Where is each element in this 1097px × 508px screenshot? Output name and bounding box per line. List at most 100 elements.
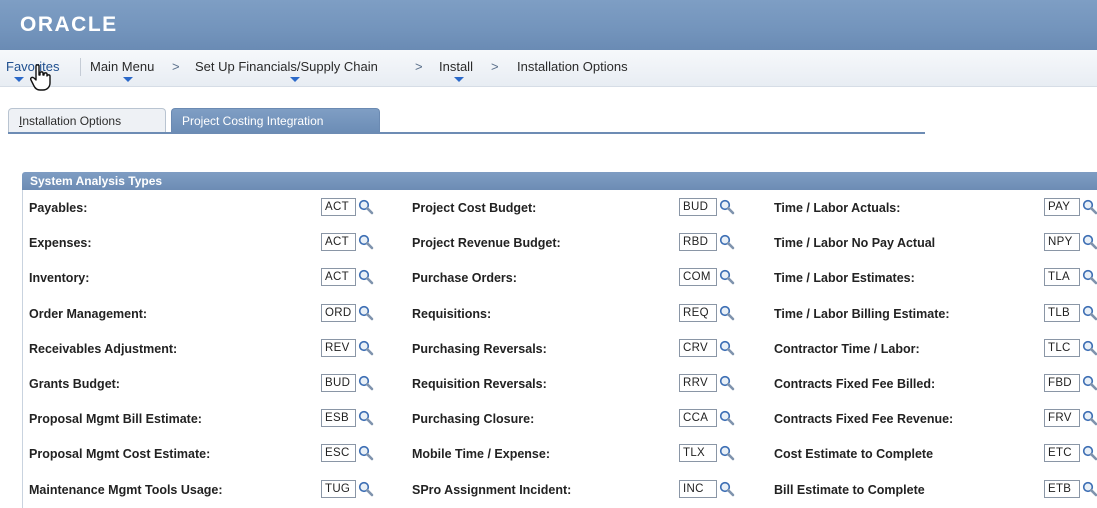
- analysis-type-input[interactable]: ACT: [321, 198, 356, 216]
- analysis-type-input[interactable]: INC: [679, 479, 717, 498]
- analysis-type-input[interactable]: ORD: [321, 303, 356, 322]
- lookup-icon[interactable]: [1082, 410, 1097, 426]
- analysis-type-input[interactable]: PAY: [1044, 198, 1080, 216]
- lookup-icon[interactable]: [358, 305, 374, 321]
- field-label: Project Revenue Budget:: [412, 236, 561, 251]
- analysis-type-input[interactable]: CCA: [679, 409, 717, 428]
- analysis-type-input[interactable]: FRV: [1044, 409, 1080, 428]
- breadcrumb-separator: >: [172, 59, 180, 74]
- tab-installation-options-label: nstallation Options: [22, 114, 122, 128]
- lookup-icon[interactable]: [1082, 445, 1097, 461]
- oracle-banner: ORACLE: [0, 0, 1097, 50]
- field-label: Grants Budget:: [29, 377, 120, 391]
- field-label: Time / Labor Billing Estimate:: [774, 306, 950, 321]
- lookup-icon[interactable]: [1082, 375, 1097, 391]
- setup-caret-icon[interactable]: [290, 77, 300, 82]
- favorites-caret-icon[interactable]: [14, 77, 24, 82]
- nav-divider: [80, 58, 81, 76]
- field-label: Contractor Time / Labor:: [774, 341, 920, 356]
- oracle-logo: ORACLE: [20, 13, 118, 36]
- analysis-type-input[interactable]: TLB: [1044, 303, 1080, 322]
- field-label: Contracts Fixed Fee Revenue:: [774, 412, 954, 427]
- lookup-icon[interactable]: [719, 410, 735, 426]
- field-label: Receivables Adjustment:: [29, 341, 178, 356]
- analysis-type-input[interactable]: RRV: [679, 374, 717, 392]
- lookup-icon[interactable]: [358, 375, 374, 391]
- breadcrumb: Favorites Main Menu > Set Up Financials/…: [0, 50, 1097, 87]
- system-analysis-grid: Payables: ACT Expenses: ACT Inventory: ACT Ord…: [22, 190, 1097, 508]
- lookup-icon[interactable]: [358, 234, 374, 250]
- install-caret-icon[interactable]: [454, 77, 464, 82]
- lookup-icon[interactable]: [1082, 481, 1097, 497]
- hand-pointer-icon: [30, 64, 51, 91]
- field-label: Order Management:: [29, 306, 148, 321]
- analysis-type-input[interactable]: RBD: [679, 233, 717, 252]
- lookup-icon[interactable]: [358, 481, 374, 497]
- analysis-type-input[interactable]: TLC: [1044, 338, 1080, 357]
- analysis-type-input[interactable]: FBD: [1044, 374, 1080, 392]
- lookup-icon[interactable]: [719, 340, 735, 356]
- setup-financials-menu[interactable]: Set Up Financials/Supply Chain: [195, 59, 378, 74]
- field-label: Requisition Reversals:: [412, 377, 547, 391]
- analysis-type-input[interactable]: ETC: [1044, 444, 1080, 463]
- field-label: Expenses:: [29, 236, 92, 251]
- analysis-type-input[interactable]: BUD: [679, 198, 717, 216]
- analysis-type-input[interactable]: NPY: [1044, 233, 1080, 252]
- analysis-type-input[interactable]: ACT: [321, 233, 356, 252]
- breadcrumb-current: Installation Options: [517, 59, 628, 74]
- analysis-type-input[interactable]: TLA: [1044, 268, 1080, 287]
- field-label: Proposal Mgmt Bill Estimate:: [29, 412, 202, 427]
- main-menu[interactable]: Main Menu: [90, 59, 154, 74]
- field-label: Project Cost Budget:: [412, 201, 537, 215]
- lookup-icon[interactable]: [1082, 340, 1097, 356]
- lookup-icon[interactable]: [719, 481, 735, 497]
- lookup-icon[interactable]: [719, 234, 735, 250]
- field-label: Proposal Mgmt Cost Estimate:: [29, 447, 211, 462]
- field-label: Purchase Orders:: [412, 271, 517, 286]
- lookup-icon[interactable]: [719, 269, 735, 285]
- field-label: Time / Labor Estimates:: [774, 271, 915, 286]
- field-label: Contracts Fixed Fee Billed:: [774, 377, 936, 391]
- field-label: Bill Estimate to Complete: [774, 482, 925, 497]
- field-label: Purchasing Reversals:: [412, 341, 547, 356]
- lookup-icon[interactable]: [358, 199, 374, 215]
- field-label: Mobile Time / Expense:: [412, 447, 551, 462]
- analysis-type-input[interactable]: REQ: [679, 303, 717, 322]
- lookup-icon[interactable]: [719, 375, 735, 391]
- field-label: Purchasing Closure:: [412, 412, 535, 427]
- section-header-system-analysis-types: System Analysis Types: [22, 172, 1097, 190]
- field-label: Time / Labor No Pay Actual: [774, 236, 936, 251]
- tab-project-costing-integration[interactable]: Project Costing Integration: [171, 108, 380, 132]
- analysis-type-input[interactable]: COM: [679, 268, 717, 287]
- analysis-type-input[interactable]: ACT: [321, 268, 356, 287]
- lookup-icon[interactable]: [719, 199, 735, 215]
- lookup-icon[interactable]: [1082, 199, 1097, 215]
- analysis-type-input[interactable]: ESB: [321, 409, 356, 428]
- field-label: Cost Estimate to Complete: [774, 447, 934, 462]
- field-label: Payables:: [29, 201, 88, 215]
- lookup-icon[interactable]: [1082, 269, 1097, 285]
- breadcrumb-separator: >: [491, 59, 499, 74]
- install-menu[interactable]: Install: [439, 59, 473, 74]
- lookup-icon[interactable]: [358, 410, 374, 426]
- analysis-type-input[interactable]: TLX: [679, 444, 717, 463]
- lookup-icon[interactable]: [719, 445, 735, 461]
- analysis-type-input[interactable]: ESC: [321, 444, 356, 463]
- field-label: Requisitions:: [412, 306, 492, 321]
- lookup-icon[interactable]: [358, 269, 374, 285]
- lookup-icon[interactable]: [1082, 234, 1097, 250]
- lookup-icon[interactable]: [358, 340, 374, 356]
- analysis-type-input[interactable]: CRV: [679, 338, 717, 357]
- analysis-type-input[interactable]: REV: [321, 338, 356, 357]
- lookup-icon[interactable]: [719, 305, 735, 321]
- field-label: Time / Labor Actuals:: [774, 201, 901, 215]
- lookup-icon[interactable]: [358, 445, 374, 461]
- lookup-icon[interactable]: [1082, 305, 1097, 321]
- breadcrumb-separator: >: [415, 59, 423, 74]
- field-label: Maintenance Mgmt Tools Usage:: [29, 482, 223, 497]
- tab-installation-options[interactable]: Installation Options: [8, 108, 166, 132]
- analysis-type-input[interactable]: TUG: [321, 479, 356, 498]
- main-menu-caret-icon[interactable]: [123, 77, 133, 82]
- analysis-type-input[interactable]: BUD: [321, 374, 356, 392]
- analysis-type-input[interactable]: ETB: [1044, 479, 1080, 498]
